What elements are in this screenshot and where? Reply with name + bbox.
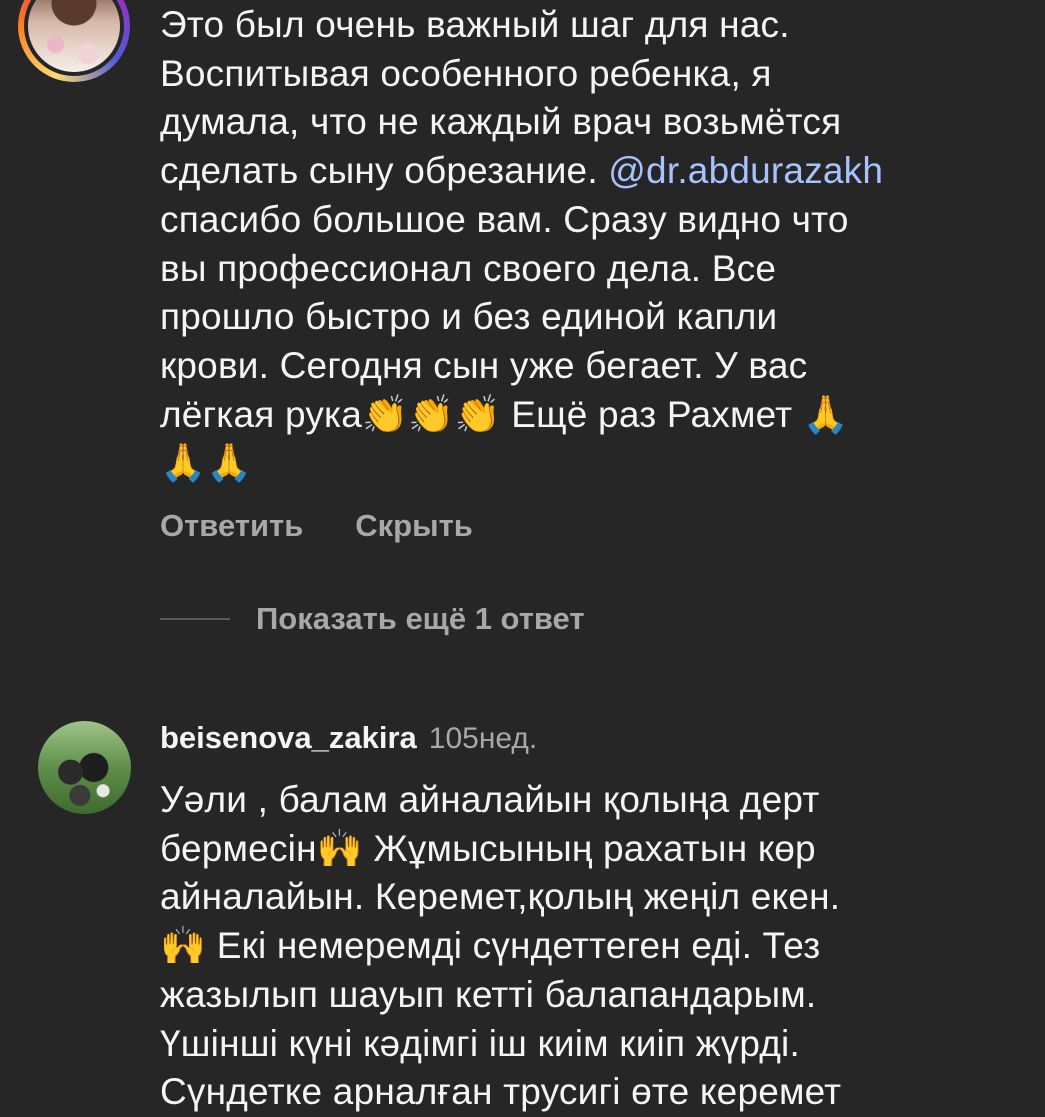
show-more-replies-label: Показать ещё 1 ответ	[256, 601, 585, 636]
mention-link[interactable]: @dr.abdurazakh	[608, 150, 883, 191]
timestamp: 105нед.	[428, 722, 538, 755]
divider	[160, 618, 230, 620]
avatar[interactable]	[18, 0, 130, 82]
comment-text-part: спасибо большое вам. Сразу видно что вы …	[160, 198, 850, 484]
avatar[interactable]	[38, 721, 131, 814]
comment-text: Это был очень важный шаг для нас. Воспит…	[160, 1, 1020, 488]
comment-text: Уәли , балам айналайын қолыңа дерт берме…	[160, 779, 842, 1113]
comment-actions: Ответить Скрыть	[160, 508, 473, 544]
hide-button[interactable]: Скрыть	[355, 508, 473, 544]
reply-button[interactable]: Ответить	[160, 508, 303, 544]
show-more-replies-button[interactable]: Показать ещё 1 ответ	[160, 601, 585, 637]
comment-meta: beisenova_zakira 105нед.	[160, 720, 537, 756]
username[interactable]: beisenova_zakira	[160, 720, 417, 756]
